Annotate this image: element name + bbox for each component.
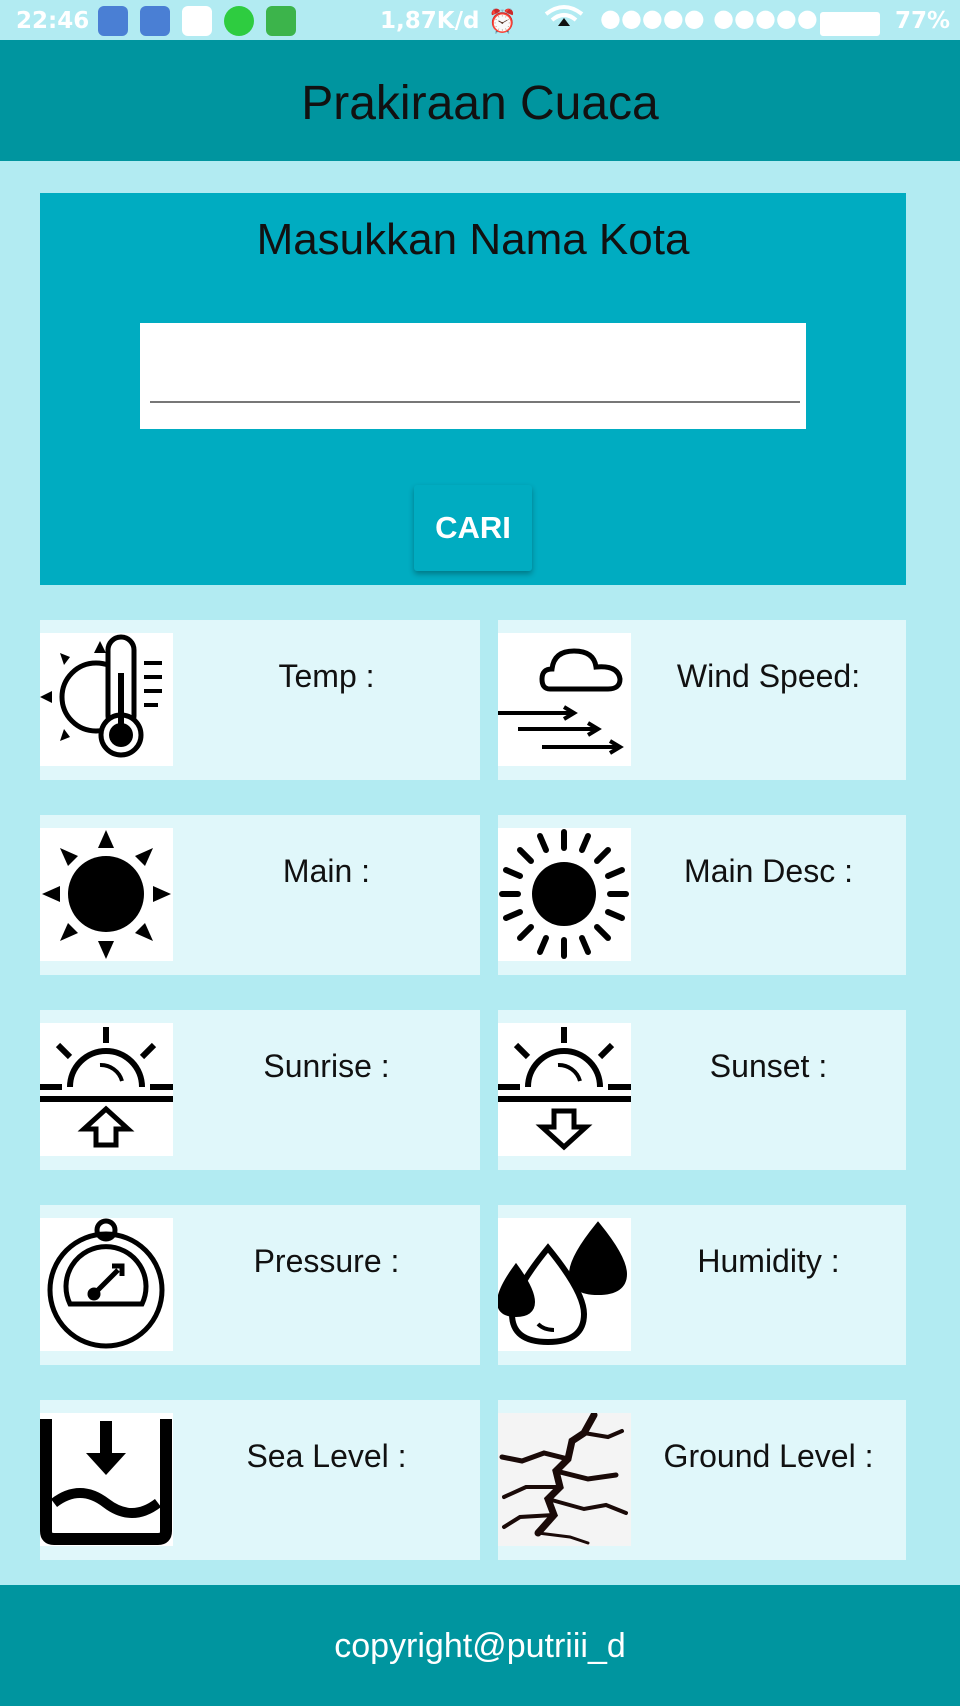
copyright-text: copyright@putriii_d: [334, 1627, 626, 1665]
status-bar: 22:46 1,87K/d ⏰ ●●●●● ●●●●● 77%: [0, 0, 960, 40]
alarm-icon: ⏰: [488, 9, 517, 35]
sea-level-icon: [40, 1413, 173, 1546]
main-label: Main :: [282, 853, 371, 889]
battery-icon: [820, 12, 880, 36]
bbm-icon: [98, 6, 128, 36]
pressure-gauge-icon: [40, 1218, 173, 1351]
search-card: Masukkan Nama Kota CARI: [40, 193, 906, 585]
notification-icons: [98, 6, 296, 36]
humidity-label: Humidity :: [697, 1243, 840, 1279]
sun-rays-icon: [498, 828, 631, 961]
app-title: Prakiraan Cuaca: [301, 77, 659, 130]
cracked-ground-icon: [498, 1413, 631, 1546]
cat-app-icon: [266, 6, 296, 36]
pressure-label: Pressure :: [253, 1243, 400, 1279]
city-input[interactable]: [150, 347, 800, 403]
ground-level-label: Ground Level :: [663, 1438, 874, 1474]
water-drops-icon: [498, 1218, 631, 1351]
ground-level-card: Ground Level :: [498, 1400, 906, 1560]
whatsapp-icon: [224, 6, 254, 36]
footer: copyright@putriii_d: [0, 1585, 960, 1706]
bbm-icon-2: [140, 6, 170, 36]
sunset-icon: [498, 1023, 631, 1156]
signal-icon: ●●●●● ●●●●●: [600, 4, 818, 32]
sunrise-label: Sunrise :: [263, 1048, 390, 1084]
search-button[interactable]: CARI: [414, 485, 532, 571]
temp-card: Temp :: [40, 620, 480, 780]
pressure-card: Pressure :: [40, 1205, 480, 1365]
sunrise-icon: [40, 1023, 173, 1156]
sunrise-card: Sunrise :: [40, 1010, 480, 1170]
wind-card: Wind Speed:: [498, 620, 906, 780]
humidity-card: Humidity :: [498, 1205, 906, 1365]
wind-label: Wind Speed:: [676, 658, 861, 694]
sunset-card: Sunset :: [498, 1010, 906, 1170]
sea-level-label: Sea Level :: [246, 1438, 407, 1474]
thermometer-sun-icon: [40, 633, 173, 766]
status-time: 22:46: [16, 8, 90, 34]
app-bar: Prakiraan Cuaca: [0, 40, 960, 161]
main-desc-card: Main Desc :: [498, 815, 906, 975]
battery-percent: 77%: [895, 8, 951, 34]
search-prompt: Masukkan Nama Kota: [256, 215, 690, 264]
main-card: Main :: [40, 815, 480, 975]
temp-label: Temp :: [278, 658, 375, 694]
network-speed: 1,87K/d: [380, 8, 480, 34]
sea-level-card: Sea Level :: [40, 1400, 480, 1560]
wind-cloud-icon: [498, 633, 631, 766]
sun-icon: [40, 828, 173, 961]
sunset-label: Sunset :: [709, 1048, 828, 1084]
search-input-container: [140, 323, 806, 429]
main-desc-label: Main Desc :: [684, 853, 853, 889]
nav-app-icon: [182, 6, 212, 36]
wifi-icon: [544, 4, 584, 40]
